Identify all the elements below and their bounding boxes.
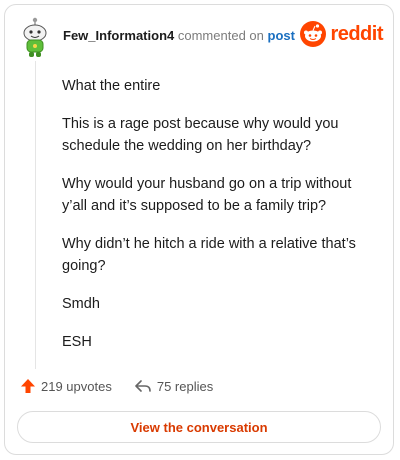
comment-header: Few_Information4 commented on post reddi… — [5, 5, 393, 65]
upvote-stat[interactable]: 219 upvotes — [20, 378, 112, 394]
reply-arrow-icon — [135, 380, 151, 392]
comment-paragraph: ESH — [62, 334, 92, 350]
upvote-count: 219 upvotes — [41, 378, 112, 394]
upvote-arrow-icon — [21, 379, 35, 393]
comment-paragraph: Why didn’t he hitch a ride with a relati… — [62, 236, 356, 274]
reddit-wordmark: reddit — [330, 23, 383, 45]
view-conversation-label: View the conversation — [130, 419, 268, 435]
comment-card: Few_Information4 commented on post reddi… — [4, 4, 394, 455]
comment-action-text: commented on — [177, 28, 264, 43]
post-link[interactable]: post — [268, 28, 295, 43]
comment-paragraph: Why would your husband go on a trip with… — [62, 176, 352, 214]
comment-paragraph: Smdh — [62, 296, 100, 312]
comment-stats: 219 upvotes 75 replies — [20, 378, 213, 394]
username-link[interactable]: Few_Information4 — [63, 28, 174, 43]
reddit-logo-icon — [300, 21, 327, 47]
reply-count: 75 replies — [156, 378, 214, 394]
comment-paragraph: This is a rage post because why would yo… — [62, 116, 339, 154]
thread-line — [35, 61, 36, 369]
view-conversation-button[interactable]: View the conversation — [17, 411, 381, 443]
comment-paragraph: What the entire — [62, 78, 161, 94]
reply-stat[interactable]: 75 replies — [134, 378, 213, 394]
comment-body: What the entire This is a rage post beca… — [62, 75, 372, 369]
comment-meta: Few_Information4 commented on post — [63, 27, 295, 45]
reddit-brand[interactable]: reddit — [300, 21, 383, 47]
snoo-avatar-icon[interactable] — [19, 15, 51, 59]
